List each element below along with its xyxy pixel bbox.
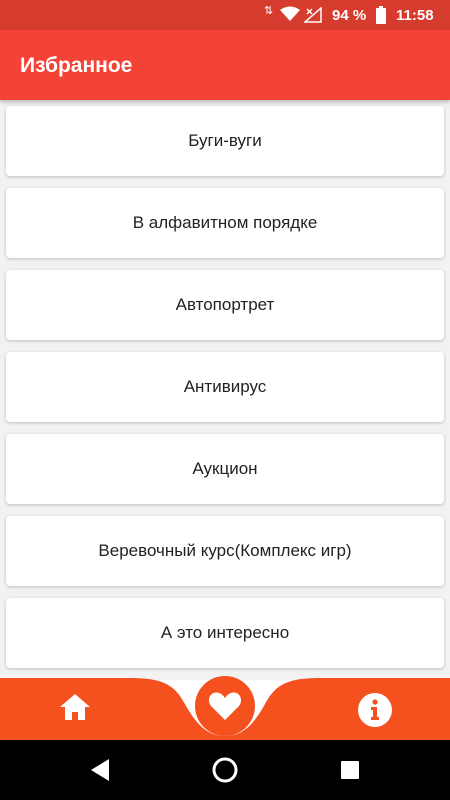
list-item[interactable]: Веревочный курс(Комплекс игр) xyxy=(6,516,444,586)
list-item[interactable]: Автопортрет xyxy=(6,270,444,340)
home-icon[interactable] xyxy=(58,692,92,722)
bottom-navigation xyxy=(0,676,450,740)
page-title: Избранное xyxy=(20,54,133,77)
list-item[interactable]: А это интересно xyxy=(6,598,444,668)
list-item[interactable]: В алфавитном порядке xyxy=(6,188,444,258)
list-item[interactable]: Аукцион xyxy=(6,434,444,504)
system-navigation-bar xyxy=(0,740,450,800)
favorites-tab-button[interactable] xyxy=(195,676,255,736)
data-arrows-icon: ⇅ xyxy=(264,5,274,17)
back-icon[interactable] xyxy=(89,758,111,782)
list-item[interactable]: Антивирус xyxy=(6,352,444,422)
system-home-icon[interactable] xyxy=(211,756,239,784)
list-item[interactable]: Буги-вуги xyxy=(6,106,444,176)
status-bar: ⇅ 94 % 11:58 xyxy=(0,0,450,30)
info-icon[interactable] xyxy=(357,692,393,728)
favorites-list[interactable]: Буги-вуги В алфавитном порядке Автопортр… xyxy=(0,100,450,680)
recent-apps-icon[interactable] xyxy=(341,761,359,779)
app-bar: Избранное xyxy=(0,30,450,100)
heart-icon xyxy=(208,692,242,720)
signal-icon xyxy=(304,7,322,23)
battery-percent: 94 % xyxy=(332,7,367,24)
battery-icon xyxy=(376,6,386,24)
clock: 11:58 xyxy=(396,7,434,24)
wifi-icon xyxy=(280,6,300,21)
